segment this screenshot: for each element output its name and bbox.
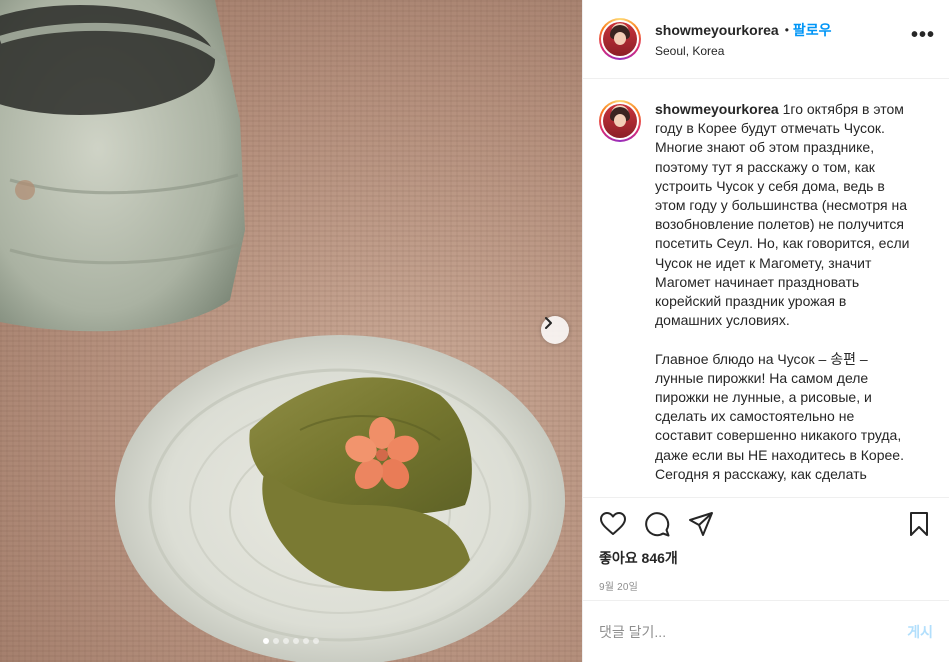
caption-username[interactable]: showmeyourkorea xyxy=(655,101,779,117)
caption-avatar[interactable] xyxy=(599,100,641,142)
comment-icon xyxy=(645,512,670,537)
comment-form: 게시 xyxy=(583,600,949,662)
location-link[interactable]: Seoul, Korea xyxy=(655,44,832,58)
carousel-dot xyxy=(283,638,289,644)
like-button[interactable] xyxy=(599,510,627,538)
carousel-dot xyxy=(303,638,309,644)
more-options-icon[interactable]: ••• xyxy=(911,25,935,45)
carousel-dot xyxy=(313,638,319,644)
caption-text: showmeyourkorea 1го октября в этом году … xyxy=(655,100,911,484)
next-slide-button[interactable] xyxy=(541,316,569,344)
action-bar: 좋아요 846개 9월 20일 xyxy=(583,497,949,593)
comment-input[interactable] xyxy=(599,623,908,640)
carousel-indicator xyxy=(0,638,582,644)
comment-button[interactable] xyxy=(643,510,671,538)
post-comment-button[interactable]: 게시 xyxy=(907,622,933,642)
heart-icon xyxy=(600,512,626,535)
carousel-dot xyxy=(293,638,299,644)
avatar-image xyxy=(603,22,637,56)
caption-scroll-area[interactable]: showmeyourkorea 1го октября в этом году … xyxy=(583,80,949,496)
caption-row: showmeyourkorea 1го октября в этом году … xyxy=(599,100,933,484)
save-button[interactable] xyxy=(905,510,933,538)
share-button[interactable] xyxy=(687,510,715,538)
bookmark-icon xyxy=(910,512,928,536)
chevron-right-icon xyxy=(545,317,552,329)
post-image[interactable] xyxy=(0,0,582,662)
carousel-dot xyxy=(273,638,279,644)
carousel-dot xyxy=(263,638,269,644)
avatar-image xyxy=(603,104,637,138)
likes-count[interactable]: 좋아요 846개 xyxy=(599,548,933,568)
avatar[interactable] xyxy=(599,18,641,60)
post-sidebar: showmeyourkorea • 팔로우 Seoul, Korea ••• s… xyxy=(582,0,949,662)
follow-button[interactable]: 팔로우 xyxy=(793,20,832,40)
post-date[interactable]: 9월 20일 xyxy=(599,578,933,593)
post-header: showmeyourkorea • 팔로우 Seoul, Korea ••• xyxy=(583,0,949,79)
caption-body: 1го октября в этом году в Корее будут от… xyxy=(655,101,910,482)
share-icon xyxy=(689,512,713,536)
photo-illustration xyxy=(0,0,565,662)
separator-dot: • xyxy=(784,23,789,37)
header-username[interactable]: showmeyourkorea xyxy=(655,22,779,38)
